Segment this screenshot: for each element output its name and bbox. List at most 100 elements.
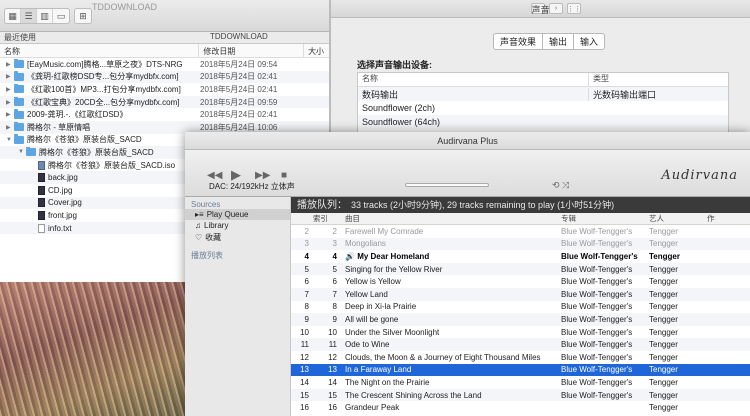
track-row[interactable]: 12 12 Clouds, the Moon & a Journey of Eigh…: [291, 351, 750, 364]
track-album: Blue Wolf-Tengger's: [561, 239, 633, 249]
disclosure-closed-icon[interactable]: ▶: [6, 61, 14, 68]
text-file-icon: [38, 223, 45, 233]
tab-input[interactable]: 输入: [574, 34, 604, 49]
tab-sound-effects[interactable]: 声音效果: [494, 34, 544, 49]
now-playing-speaker-icon: 🔊: [345, 251, 358, 261]
track-row[interactable]: 11 11 Ode to Wine Blue Wolf-Tengger's Tengge…: [291, 338, 750, 351]
file-row[interactable]: ▶ 《红歌宝典》20CD全...包分享mydbfx.com] 2018年5月24日 …: [0, 95, 329, 109]
icon-view-icon[interactable]: ▦: [5, 9, 21, 23]
sidebar-item-play-queue[interactable]: ▸≡ Play Queue: [185, 209, 290, 220]
device-col-type: 类型: [588, 73, 728, 86]
file-name-cell: CD.jpg: [0, 185, 200, 195]
track-index: 7: [332, 289, 337, 299]
finder-tabbar: 最近使用 TDDOWNLOAD: [0, 32, 329, 44]
disclosure-closed-icon[interactable]: ▶: [6, 73, 14, 80]
list-view-icon[interactable]: ☰: [21, 9, 37, 23]
column-name[interactable]: 名称: [0, 44, 200, 57]
repeat-shuffle-icon[interactable]: ⟲ ⤨: [552, 180, 569, 191]
col-title[interactable]: 曲目: [343, 213, 559, 224]
file-date: 2018年5月24日 02:41: [200, 84, 278, 94]
track-index: 15: [328, 390, 337, 400]
device-name: 数码输出: [362, 89, 399, 100]
gallery-view-icon[interactable]: ▭: [53, 9, 69, 23]
folder-icon: [14, 83, 24, 94]
disclosure-closed-icon[interactable]: ▶: [6, 124, 14, 131]
col-album[interactable]: 专辑: [559, 213, 647, 224]
track-title: Grandeur Peak: [345, 403, 400, 413]
track-artist: Tengger: [649, 302, 678, 312]
track-number: 14: [300, 377, 309, 387]
file-row[interactable]: ▶ 2009-龚玥.-.《红歌红DSD》 2018年5月24日 02:41: [0, 108, 329, 121]
transport-bar: ◀◀ ▶ ▶▶ ■ Audirvana DAC: 24/192kHz 立体声 ⟲…: [185, 150, 750, 197]
file-row[interactable]: ▶ 《红歌100首》MP3...打包分享mydbfx.com] 2018年5月24日…: [0, 83, 329, 96]
track-row[interactable]: 15 15 The Crescent Shining Across the Land…: [291, 388, 750, 402]
file-name-cell: ▼ 腾格尔《苍狼》原装台版_SACD: [0, 146, 200, 158]
output-device-heading: 选择声音输出设备:: [357, 60, 432, 70]
track-row[interactable]: 8 8 Deep in Xi-la Prairie Blue Wolf-Tengger…: [291, 301, 750, 314]
device-row[interactable]: Soundflower (2ch): [358, 101, 728, 115]
track-index: 9: [332, 314, 337, 324]
track-row[interactable]: 4 4 🔊 My Dear Homeland Blue Wolf-Tengger's T…: [291, 250, 750, 263]
track-album: Blue Wolf-Tengger's: [561, 302, 633, 312]
track-row[interactable]: 16 16 Grandeur Peak Tengger: [291, 401, 750, 414]
col-index[interactable]: 索引: [313, 213, 343, 224]
file-row[interactable]: ▶ [EayMusic.com]腾格...草原之夜》DTS-NRG 2018年5月2…: [0, 58, 329, 71]
disclosure-closed-icon[interactable]: ▶: [6, 86, 14, 93]
track-row[interactable]: 3 3 Mongolians Blue Wolf-Tengger's Tengger: [291, 237, 750, 251]
track-artist: Tengger: [649, 277, 678, 287]
col-artist[interactable]: 艺人: [647, 213, 707, 224]
track-title: All will be gone: [345, 314, 399, 324]
track-index: 5: [332, 264, 337, 274]
next-track-icon[interactable]: ▶▶: [255, 170, 270, 181]
playback-progress[interactable]: [405, 183, 489, 187]
tab-output[interactable]: 输出: [543, 34, 575, 49]
sidebar-item-library[interactable]: ♫ Library: [185, 220, 290, 231]
stop-icon[interactable]: ■: [281, 170, 287, 181]
track-row[interactable]: 7 7 Yellow Land Blue Wolf-Tengger's Tengger: [291, 287, 750, 301]
queue-column-header: 索引 曲目 专辑 艺人 作: [291, 213, 750, 225]
track-album: Blue Wolf-Tengger's: [561, 390, 633, 400]
track-index: 6: [332, 277, 337, 287]
recent-label[interactable]: 最近使用: [0, 32, 110, 43]
arrange-control[interactable]: ⊞: [74, 8, 92, 24]
tab-tddownload[interactable]: TDDOWNLOAD: [110, 32, 329, 43]
view-mode-control[interactable]: ▦ ☰ ▥ ▭: [4, 8, 70, 24]
audirvana-window: Audirvana Plus ◀◀ ▶ ▶▶ ■ Audirvana DAC: …: [185, 132, 750, 416]
file-name-cell: 腾格尔《苍狼》原装台版_SACD.iso: [0, 160, 200, 171]
track-row[interactable]: 6 6 Yellow is Yellow Blue Wolf-Tengger's Ten…: [291, 275, 750, 288]
prefs-titlebar: ‹ › ⋮⋮ 声音: [331, 0, 750, 18]
track-artist: Tengger: [649, 226, 678, 236]
column-size[interactable]: 大小: [304, 44, 329, 57]
track-album: Blue Wolf-Tengger's: [561, 314, 633, 324]
disclosure-closed-icon[interactable]: ▶: [6, 111, 14, 118]
track-artist: Tengger: [649, 340, 678, 350]
disclosure-open-icon[interactable]: ▼: [6, 137, 14, 143]
track-row[interactable]: 5 5 Singing for the Yellow River Blue Wolf-…: [291, 262, 750, 276]
disclosure-closed-icon[interactable]: ▶: [6, 99, 14, 106]
device-row[interactable]: 数码输出 光数码输出端口: [358, 87, 728, 101]
desktop-wallpaper: [0, 280, 200, 416]
track-row[interactable]: 13 13 In a Faraway Land Blue Wolf-Tengger's…: [291, 363, 750, 377]
previous-track-icon[interactable]: ◀◀: [207, 170, 222, 181]
image-file-icon: [38, 185, 45, 195]
finder-toolbar: TDDOWNLOAD ▦ ☰ ▥ ▭ ⊞: [0, 0, 329, 32]
device-row[interactable]: Soundflower (64ch): [358, 115, 728, 129]
track-title: The Crescent Shining Across the Land: [345, 390, 482, 400]
prefs-title: 声音: [531, 5, 550, 15]
track-row[interactable]: 10 10 Under the Silver Moonlight Blue Wolf-…: [291, 326, 750, 339]
file-row[interactable]: ▶ 《龚玥-红歌榜DSD专...包分享mydbfx.com] 2018年5月24日 …: [0, 70, 329, 84]
folder-icon: [14, 134, 24, 144]
sidebar-item-favorites[interactable]: ♡ 收藏: [185, 231, 290, 244]
track-artist: Tengger: [649, 251, 680, 261]
music-note-icon: ♫: [195, 221, 201, 230]
column-date[interactable]: 修改日期: [199, 44, 305, 57]
col-composer[interactable]: 作: [707, 213, 750, 224]
disclosure-open-icon[interactable]: ▼: [18, 149, 26, 155]
track-row[interactable]: 2 2 Farewell My Comrade Blue Wolf-Tengger's…: [291, 225, 750, 238]
prefs-tabs: 声音效果 输出 输入: [493, 33, 606, 50]
column-view-icon[interactable]: ▥: [37, 9, 53, 23]
track-row[interactable]: 9 9 All will be gone Blue Wolf-Tengger's Ten…: [291, 313, 750, 326]
arrange-icon[interactable]: ⊞: [75, 9, 91, 23]
track-row[interactable]: 14 14 The Night on the Prairie Blue Wolf-Te…: [291, 376, 750, 389]
device-name: Soundflower (2ch): [362, 103, 436, 113]
